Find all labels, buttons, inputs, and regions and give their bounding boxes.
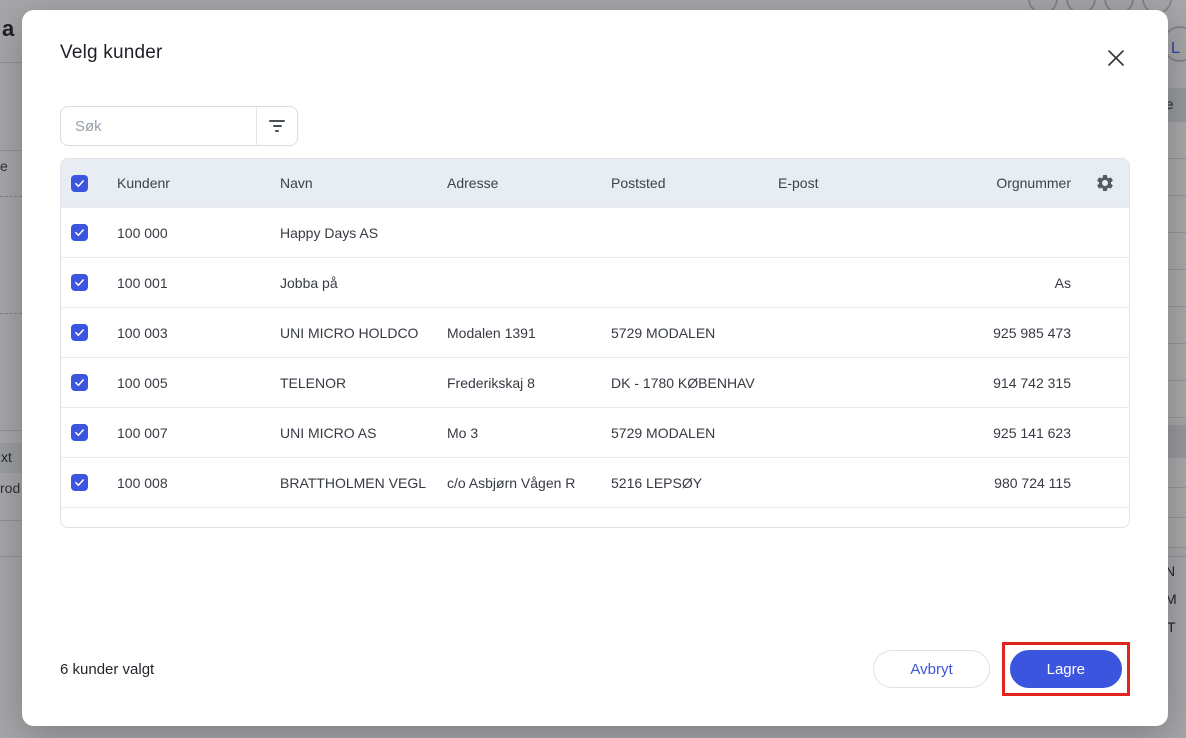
- filter-icon: [269, 120, 285, 132]
- close-button[interactable]: [1102, 44, 1130, 72]
- check-icon: [74, 427, 85, 438]
- cell-navn: BRATTHOLMEN VEGL: [280, 475, 447, 491]
- selection-count: 6 kunder valgt: [60, 661, 154, 678]
- cell-poststed: DK - 1780 KØBENHAV: [611, 375, 778, 391]
- customer-table: Kundenr Navn Adresse Poststed E-post Org…: [60, 158, 1130, 528]
- search-box: [60, 106, 298, 146]
- cell-kundenr: 100 003: [117, 325, 280, 341]
- cell-navn: UNI MICRO HOLDCO: [280, 325, 447, 341]
- cell-orgnummer: 980 724 115: [931, 475, 1081, 491]
- modal-title: Velg kunder: [60, 42, 163, 64]
- select-all-checkbox[interactable]: [71, 175, 88, 192]
- table-row[interactable]: 100 005 TELENOR Frederikskaj 8 DK - 1780…: [61, 357, 1129, 407]
- column-header-epost[interactable]: E-post: [778, 175, 931, 191]
- cell-navn: Happy Days AS: [280, 225, 447, 241]
- check-icon: [74, 327, 85, 338]
- velg-kunder-modal: Velg kunder Kundenr Navn Adresse: [22, 10, 1168, 726]
- cell-adresse: Mo 3: [447, 425, 611, 441]
- column-header-kundenr[interactable]: Kundenr: [117, 175, 280, 191]
- table-row[interactable]: 100 007 UNI MICRO AS Mo 3 5729 MODALEN 9…: [61, 407, 1129, 457]
- cell-adresse: c/o Asbjørn Vågen R: [447, 475, 611, 491]
- table-footer-strip: [61, 507, 1129, 527]
- table-row[interactable]: 100 008 BRATTHOLMEN VEGL c/o Asbjørn Våg…: [61, 457, 1129, 507]
- cancel-button[interactable]: Avbryt: [873, 650, 989, 688]
- row-checkbox[interactable]: [71, 224, 88, 241]
- cell-navn: Jobba på: [280, 275, 447, 291]
- cell-orgnummer: As: [931, 275, 1081, 291]
- table-row[interactable]: 100 001 Jobba på As: [61, 257, 1129, 307]
- cell-orgnummer: 914 742 315: [931, 375, 1081, 391]
- column-settings-button[interactable]: [1093, 171, 1117, 195]
- row-checkbox[interactable]: [71, 324, 88, 341]
- cell-navn: UNI MICRO AS: [280, 425, 447, 441]
- cell-kundenr: 100 005: [117, 375, 280, 391]
- cell-kundenr: 100 007: [117, 425, 280, 441]
- cell-kundenr: 100 000: [117, 225, 280, 241]
- check-icon: [74, 477, 85, 488]
- check-icon: [74, 178, 85, 189]
- table-row[interactable]: 100 003 UNI MICRO HOLDCO Modalen 1391 57…: [61, 307, 1129, 357]
- cell-poststed: 5729 MODALEN: [611, 325, 778, 341]
- check-icon: [74, 227, 85, 238]
- cell-kundenr: 100 001: [117, 275, 280, 291]
- cell-adresse: Frederikskaj 8: [447, 375, 611, 391]
- cell-navn: TELENOR: [280, 375, 447, 391]
- search-input[interactable]: [61, 107, 256, 145]
- close-icon: [1106, 48, 1126, 68]
- cell-orgnummer: 925 985 473: [931, 325, 1081, 341]
- check-icon: [74, 377, 85, 388]
- gear-icon: [1095, 173, 1115, 193]
- save-button[interactable]: Lagre: [1010, 650, 1122, 688]
- annotation-highlight: Lagre: [1002, 642, 1130, 696]
- row-checkbox[interactable]: [71, 474, 88, 491]
- row-checkbox[interactable]: [71, 424, 88, 441]
- row-checkbox[interactable]: [71, 274, 88, 291]
- table-row[interactable]: 100 000 Happy Days AS: [61, 207, 1129, 257]
- column-header-navn[interactable]: Navn: [280, 175, 447, 191]
- column-header-adresse[interactable]: Adresse: [447, 175, 611, 191]
- cell-poststed: 5216 LEPSØY: [611, 475, 778, 491]
- row-checkbox[interactable]: [71, 374, 88, 391]
- cell-orgnummer: 925 141 623: [931, 425, 1081, 441]
- column-header-poststed[interactable]: Poststed: [611, 175, 778, 191]
- cell-kundenr: 100 008: [117, 475, 280, 491]
- check-icon: [74, 277, 85, 288]
- filter-button[interactable]: [257, 107, 297, 145]
- cell-adresse: Modalen 1391: [447, 325, 611, 341]
- column-header-orgnummer[interactable]: Orgnummer: [931, 175, 1081, 191]
- cell-poststed: 5729 MODALEN: [611, 425, 778, 441]
- table-header: Kundenr Navn Adresse Poststed E-post Org…: [61, 159, 1129, 207]
